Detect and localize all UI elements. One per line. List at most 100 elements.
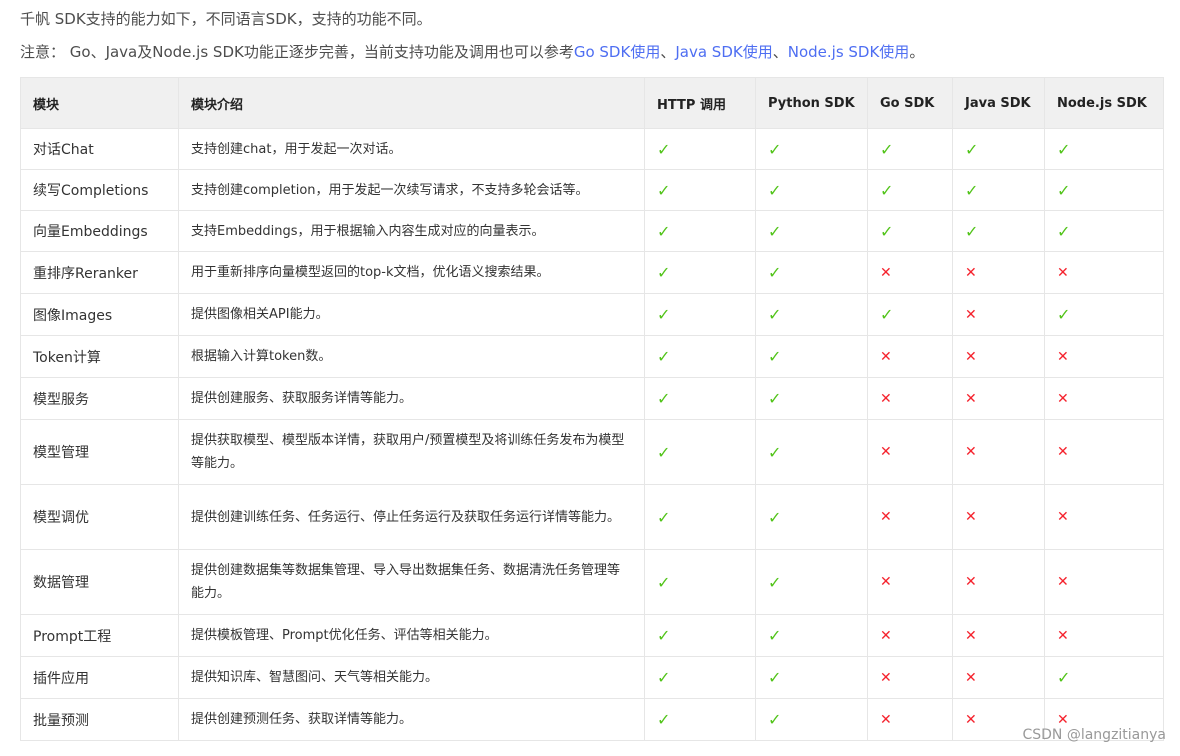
support-cell-java: ✕ [952, 656, 1045, 699]
support-cell-http: ✓ [644, 169, 756, 211]
support-cell-java: ✕ [952, 549, 1045, 615]
support-cell-go: ✕ [867, 656, 953, 699]
check-icon: ✓ [965, 221, 979, 241]
support-cell-python: ✓ [755, 210, 868, 252]
support-cell-go: ✕ [867, 335, 953, 378]
check-icon: ✓ [657, 139, 671, 159]
support-cell-nodejs: ✓ [1044, 656, 1164, 699]
cross-icon: ✕ [880, 390, 892, 407]
check-icon: ✓ [657, 221, 671, 241]
cross-icon: ✕ [1057, 390, 1069, 407]
module-name: 重排序Reranker [20, 251, 179, 294]
table-row: 向量Embeddings 支持Embeddings，用于根据输入内容生成对应的向量… [20, 210, 1164, 252]
check-icon: ✓ [768, 668, 782, 687]
cross-icon: ✕ [1057, 627, 1069, 644]
table-header-row: 模块 模块介绍 HTTP 调用 Python SDK Go SDK Java S… [20, 77, 1164, 129]
table-row: 模型调优 提供创建训练任务、任务运行、停止任务运行及获取任务运行详情等能力。 ✓ ✓ ✕… [20, 484, 1164, 550]
support-cell-java: ✓ [952, 128, 1045, 170]
note-suffix: 。 [909, 43, 925, 61]
support-cell-go: ✕ [867, 251, 953, 294]
support-cell-python: ✓ [755, 419, 868, 485]
header-nodejs-sdk: Node.js SDK [1044, 77, 1164, 129]
support-cell-java: ✓ [952, 169, 1045, 211]
support-cell-python: ✓ [755, 698, 868, 741]
header-python-sdk: Python SDK [755, 77, 868, 129]
support-cell-http: ✓ [644, 210, 756, 252]
support-cell-nodejs: ✕ [1044, 549, 1164, 615]
feature-table: 模块 模块介绍 HTTP 调用 Python SDK Go SDK Java S… [20, 77, 1164, 741]
cross-icon: ✕ [965, 627, 977, 644]
support-cell-nodejs: ✓ [1044, 293, 1164, 336]
module-name: 插件应用 [20, 656, 179, 699]
go-sdk-link[interactable]: Go SDK使用 [574, 43, 660, 61]
support-cell-java: ✕ [952, 293, 1045, 336]
java-sdk-link[interactable]: Java SDK使用 [675, 43, 772, 61]
check-icon: ✓ [768, 139, 782, 159]
module-description: 提供创建服务、获取服务详情等能力。 [178, 377, 645, 420]
module-name: 向量Embeddings [20, 210, 179, 252]
module-description: 提供创建训练任务、任务运行、停止任务运行及获取任务运行详情等能力。 [178, 484, 645, 550]
check-icon: ✓ [768, 305, 782, 324]
support-cell-http: ✓ [644, 335, 756, 378]
cross-icon: ✕ [880, 574, 892, 590]
cross-icon: ✕ [1057, 574, 1069, 590]
support-cell-nodejs: ✕ [1044, 419, 1164, 485]
check-icon: ✓ [1057, 305, 1071, 324]
check-icon: ✓ [657, 347, 671, 366]
support-cell-go: ✕ [867, 614, 953, 657]
support-cell-python: ✓ [755, 169, 868, 211]
header-http: HTTP 调用 [644, 77, 756, 129]
support-cell-go: ✕ [867, 484, 953, 550]
support-cell-java: ✕ [952, 484, 1045, 550]
check-icon: ✓ [880, 305, 894, 324]
module-name: Token计算 [20, 335, 179, 378]
check-icon: ✓ [768, 263, 782, 282]
module-name: 数据管理 [20, 549, 179, 615]
support-cell-python: ✓ [755, 377, 868, 420]
table-row: 插件应用 提供知识库、智慧图问、天气等相关能力。 ✓ ✓ ✕ ✕ ✓ [20, 656, 1164, 699]
support-cell-go: ✕ [867, 698, 953, 741]
support-cell-http: ✓ [644, 293, 756, 336]
support-cell-go: ✓ [867, 169, 953, 211]
nodejs-sdk-link[interactable]: Node.js SDK使用 [788, 43, 910, 61]
support-cell-python: ✓ [755, 656, 868, 699]
table-row: 重排序Reranker 用于重新排序向量模型返回的top-k文档，优化语义搜索结果… [20, 251, 1164, 294]
support-cell-go: ✕ [867, 549, 953, 615]
support-cell-java: ✓ [952, 210, 1045, 252]
table-row: 批量预测 提供创建预测任务、获取详情等能力。 ✓ ✓ ✕ ✕ ✕ [20, 698, 1164, 741]
check-icon: ✓ [657, 710, 671, 729]
check-icon: ✓ [768, 180, 782, 200]
page: 千帆 SDK支持的能力如下，不同语言SDK，支持的功能不同。 注意： Go、Ja… [0, 0, 1180, 756]
module-description: 提供知识库、智慧图问、天气等相关能力。 [178, 656, 645, 699]
check-icon: ✓ [768, 507, 782, 527]
intro-text: 千帆 SDK支持的能力如下，不同语言SDK，支持的功能不同。 [20, 10, 432, 28]
support-cell-http: ✓ [644, 614, 756, 657]
module-name: 模型管理 [20, 419, 179, 485]
check-icon: ✓ [768, 572, 782, 592]
cross-icon: ✕ [880, 348, 892, 365]
support-cell-go: ✓ [867, 128, 953, 170]
support-cell-python: ✓ [755, 251, 868, 294]
cross-icon: ✕ [880, 627, 892, 644]
support-cell-nodejs: ✓ [1044, 169, 1164, 211]
support-cell-http: ✓ [644, 656, 756, 699]
check-icon: ✓ [657, 507, 671, 527]
cross-icon: ✕ [965, 509, 977, 525]
check-icon: ✓ [657, 180, 671, 200]
check-icon: ✓ [1057, 180, 1071, 200]
check-icon: ✓ [657, 626, 671, 645]
module-name: 批量预测 [20, 698, 179, 741]
support-cell-java: ✕ [952, 419, 1045, 485]
table-row: 数据管理 提供创建数据集等数据集管理、导入导出数据集任务、数据清洗任务管理等能力。… [20, 549, 1164, 615]
cross-icon: ✕ [1057, 444, 1069, 460]
module-name: Prompt工程 [20, 614, 179, 657]
note-sep: 、 [660, 43, 676, 61]
cross-icon: ✕ [1057, 348, 1069, 365]
support-cell-http: ✓ [644, 251, 756, 294]
table-row: 对话Chat 支持创建chat，用于发起一次对话。 ✓ ✓ ✓ ✓ ✓ [20, 128, 1164, 170]
check-icon: ✓ [768, 221, 782, 241]
support-cell-http: ✓ [644, 128, 756, 170]
note-prefix: 注意： Go、Java及Node.js SDK功能正逐步完善，当前支持功能及调用… [20, 43, 574, 61]
support-cell-nodejs: ✕ [1044, 335, 1164, 378]
support-cell-nodejs: ✕ [1044, 484, 1164, 550]
